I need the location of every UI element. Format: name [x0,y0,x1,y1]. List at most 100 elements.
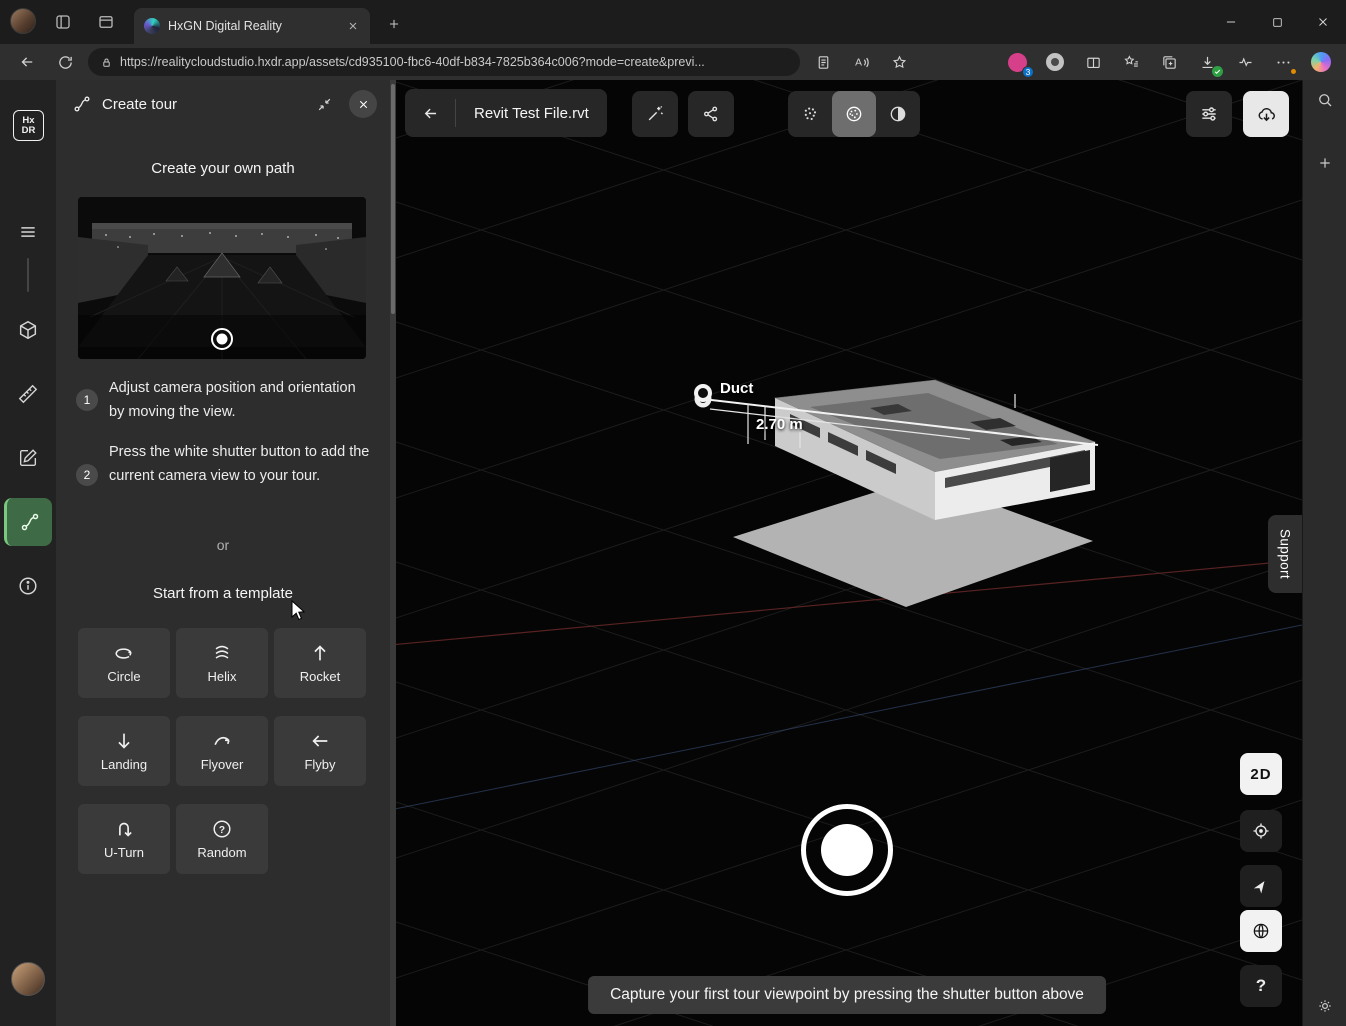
download-button[interactable] [1243,91,1289,137]
support-tab[interactable]: Support [1268,515,1302,593]
panel-title: Create tour [102,96,177,113]
copilot-icon[interactable] [1306,47,1336,77]
site-info-lock-icon[interactable] [100,56,113,69]
extension-badge: 3 [1022,66,1034,78]
annotation-label: Duct [720,380,753,397]
navigate-button[interactable] [1240,865,1282,907]
navigation-arrow-icon [1252,877,1270,895]
back-button[interactable] [12,47,42,77]
view-settings-button[interactable] [1186,91,1232,137]
step-2-text: Press the white shutter button to add th… [109,440,371,488]
browser-essentials-icon[interactable] [1230,47,1260,77]
downloads-icon[interactable] [1192,47,1222,77]
close-icon [357,98,370,111]
minimize-button[interactable] [1208,0,1254,44]
shutter-button[interactable] [801,804,893,896]
address-bar[interactable]: https://realitycloudstudio.hxdr.app/asse… [88,48,800,76]
sidebar-item-assets[interactable] [8,310,48,350]
or-divider-label: or [56,537,390,553]
panel-scrollbar-thumb[interactable] [391,84,395,314]
template-random-button[interactable]: ? Random [176,804,268,874]
annotation-marker[interactable] [694,384,712,402]
locate-button[interactable] [1240,810,1282,852]
close-window-button[interactable] [1300,0,1346,44]
share-button[interactable] [688,91,734,137]
mouse-cursor [290,600,310,622]
extension-pink-icon[interactable]: 3 [1002,47,1032,77]
template-landing-button[interactable]: Landing [78,716,170,786]
tab-favicon [144,18,160,34]
template-title: Start from a template [56,585,390,602]
magic-wand-button[interactable] [632,91,678,137]
read-aloud-icon[interactable]: A [846,47,876,77]
template-helix-button[interactable]: Helix [176,628,268,698]
step-1-text: Adjust camera position and orientation b… [109,376,371,424]
split-screen-icon[interactable] [1078,47,1108,77]
browser-profile-avatar[interactable] [10,8,36,34]
edge-sidebar [1302,80,1346,1026]
settings-more-icon[interactable] [1268,47,1298,77]
window-controls [1208,0,1346,44]
reader-mode-icon[interactable] [808,47,838,77]
close-panel-button[interactable] [349,90,377,118]
svg-text:?: ? [219,825,225,836]
new-tab-button[interactable] [380,10,408,38]
arrow-up-icon [309,642,331,664]
template-rocket-button[interactable]: Rocket [274,628,366,698]
extension-gray-icon[interactable] [1040,47,1070,77]
viewport-3d-canvas[interactable]: Duct 2.70 m Revit Test File.rvt [396,80,1302,1026]
plus-icon [1317,155,1333,171]
globe-icon [1251,921,1271,941]
sidebar-item-tour[interactable] [4,498,52,546]
arc-arrow-icon [211,730,233,752]
helix-icon [211,642,233,664]
sidebar-search-button[interactable] [1309,84,1341,116]
add-favorite-star-icon[interactable] [884,47,914,77]
sidebar-add-button[interactable] [1309,147,1341,179]
collapse-panel-button[interactable] [310,90,338,118]
browser-tab[interactable]: HxGN Digital Reality [134,8,370,44]
arrow-down-icon [113,730,135,752]
panel-header: Create tour [56,80,390,128]
url-text[interactable]: https://realitycloudstudio.hxdr.app/asse… [120,55,705,69]
help-button[interactable]: ? [1240,965,1282,1007]
sidebar-item-info[interactable] [8,566,48,606]
browser-window: HxGN Digital Reality [0,0,1346,1026]
cloud-download-icon [1256,104,1277,125]
sidebar-item-measure[interactable] [8,374,48,414]
arrow-left-icon [309,730,331,752]
textured-mesh-mode-button[interactable] [832,91,876,137]
create-tour-panel: Create tour Create your own path [56,80,390,1026]
file-toolbar: Revit Test File.rvt [405,89,607,137]
tour-path-icon [72,94,92,114]
tab-close-icon[interactable] [344,17,362,35]
main-menu-button[interactable] [8,212,48,252]
mode-2d-button[interactable]: 2D [1240,753,1282,795]
shaded-model-mode-button[interactable] [876,91,920,137]
point-cloud-mode-button[interactable] [788,91,832,137]
collections-icon[interactable] [1154,47,1184,77]
user-avatar[interactable] [11,962,45,996]
hxdr-logo[interactable]: Hx DR [13,110,44,141]
maximize-button[interactable] [1254,0,1300,44]
back-to-assets-button[interactable] [405,89,455,137]
template-circle-button[interactable]: Circle [78,628,170,698]
magic-wand-icon [645,104,665,124]
circle-path-icon [113,642,135,664]
svg-text:A: A [855,57,862,68]
tab-actions-icon[interactable] [91,7,121,37]
point-cloud-icon [800,104,820,124]
refresh-button[interactable] [50,47,80,77]
globe-view-button[interactable] [1240,910,1282,952]
reality-cloud-studio-app: Hx DR [0,80,1346,1026]
sidebar-settings-button[interactable] [1309,990,1341,1022]
favorites-icon[interactable] [1116,47,1146,77]
template-uturn-button[interactable]: U-Turn [78,804,170,874]
workspaces-icon[interactable] [48,7,78,37]
app-sidebar-rail: Hx DR [0,80,56,1026]
template-flyby-button[interactable]: Flyby [274,716,366,786]
tab-title: HxGN Digital Reality [168,19,344,33]
share-nodes-icon [701,104,721,124]
sidebar-item-annotate[interactable] [8,438,48,478]
template-flyover-button[interactable]: Flyover [176,716,268,786]
